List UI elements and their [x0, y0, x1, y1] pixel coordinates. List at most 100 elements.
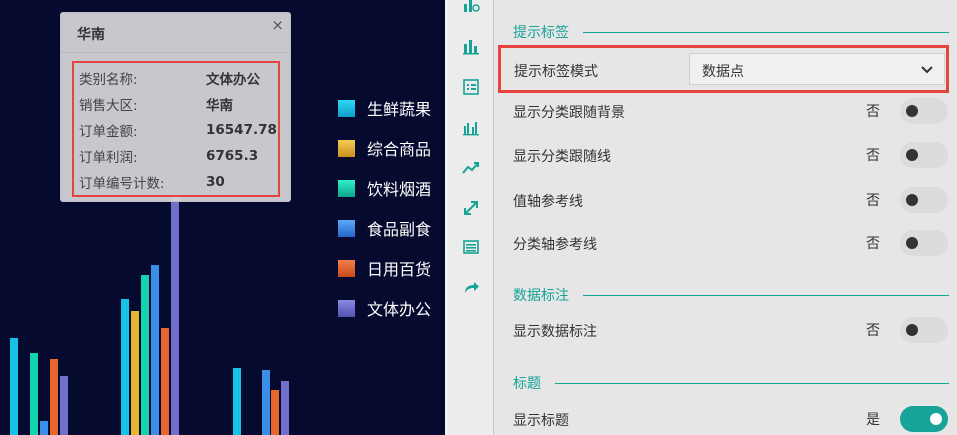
tooltip-row: 销售大区: 华南 [74, 91, 278, 117]
setting-row-category-line: 显示分类跟随线 否 [513, 140, 949, 170]
setting-value: 否 [866, 323, 880, 339]
tooltip-header: 华南 × [61, 13, 290, 53]
section-title: 标题 [513, 376, 541, 392]
toggle-knob [906, 105, 918, 117]
chart-area: 生鲜蔬果 综合商品 饮料烟酒 食品副食 日用百货 文体办公 华南 × 类别名称:… [0, 0, 445, 435]
tooltip-label: 订单编号计数: [79, 176, 165, 192]
section-divider [583, 31, 949, 33]
legend-swatch [338, 299, 355, 317]
chart-tooltip: 华南 × 类别名称: 文体办公 销售大区: 华南 订单金额: 16547.78 … [60, 12, 291, 202]
legend-label: 综合商品 [367, 140, 432, 159]
bar-mark[interactable] [40, 421, 48, 435]
bar-mark[interactable] [271, 390, 279, 435]
toggle-knob [906, 237, 918, 249]
grouped-bar-icon[interactable] [462, 118, 480, 136]
section-title: 提示标签 [513, 25, 569, 41]
bar-mark[interactable] [281, 381, 289, 435]
toggle-switch[interactable] [900, 230, 948, 256]
form-icon[interactable] [462, 78, 480, 96]
bar-mark[interactable] [30, 353, 38, 435]
toggle-knob [906, 324, 918, 336]
bar-mark[interactable] [50, 359, 58, 435]
legend-item[interactable]: 综合商品 [338, 128, 431, 168]
setting-value: 否 [866, 236, 880, 252]
setting-label: 值轴参考线 [513, 194, 583, 210]
tooltip-row: 订单编号计数: 30 [74, 169, 278, 195]
legend-label: 生鲜蔬果 [367, 100, 432, 119]
section-divider [583, 294, 949, 296]
tooltip-value: 30 [206, 174, 225, 190]
legend-item[interactable]: 日用百货 [338, 248, 431, 288]
legend-label: 文体办公 [367, 300, 432, 319]
tooltip-value: 16547.78 [206, 122, 277, 138]
expand-icon[interactable] [462, 199, 480, 217]
legend-item[interactable]: 生鲜蔬果 [338, 88, 431, 128]
toggle-switch[interactable] [900, 317, 948, 343]
setting-label: 提示标签模式 [514, 64, 598, 80]
tooltip-title: 华南 [77, 27, 105, 43]
setting-value: 否 [866, 148, 880, 164]
setting-row-category-background: 显示分类跟随背景 否 [513, 96, 949, 126]
legend-swatch [338, 179, 355, 197]
legend-label: 食品副食 [367, 220, 432, 239]
legend-item[interactable]: 食品副食 [338, 208, 431, 248]
tool-sidebar [448, 0, 494, 435]
close-icon[interactable]: × [271, 16, 284, 34]
tooltip-row: 类别名称: 文体办公 [74, 65, 278, 91]
legend-swatch [338, 259, 355, 277]
toggle-switch[interactable] [900, 142, 948, 168]
bar-mark[interactable] [60, 376, 68, 435]
chart-legend: 生鲜蔬果 综合商品 饮料烟酒 食品副食 日用百货 文体办公 [338, 88, 431, 328]
section-divider [555, 382, 949, 384]
bar-mark[interactable] [10, 338, 18, 435]
trend-line-icon[interactable] [462, 159, 480, 177]
setting-row-value-axis-reference: 值轴参考线 否 [513, 185, 949, 215]
toggle-knob [906, 194, 918, 206]
section-title-settings: 标题 [513, 373, 949, 393]
legend-swatch [338, 219, 355, 237]
bar-mark[interactable] [262, 370, 270, 435]
bar-mark[interactable] [171, 195, 179, 435]
tooltip-label: 销售大区: [79, 98, 138, 114]
tooltip-mode-select[interactable]: 数据点 [689, 53, 945, 85]
settings-panel: 提示标签 提示标签模式 数据点 显示分类跟随背景 否 显示分类跟随线 否 值轴参… [494, 0, 957, 435]
bar-mark[interactable] [233, 368, 241, 435]
list-icon[interactable] [462, 238, 480, 256]
section-tooltip: 提示标签 [513, 22, 949, 42]
setting-row-category-axis-reference: 分类轴参考线 否 [513, 228, 949, 258]
tooltip-label: 订单金额: [79, 124, 138, 140]
tooltip-value: 6765.3 [206, 148, 259, 164]
tooltip-row: 订单金额: 16547.78 [74, 117, 278, 143]
tooltip-value: 文体办公 [206, 72, 260, 88]
tooltip-details: 类别名称: 文体办公 销售大区: 华南 订单金额: 16547.78 订单利润:… [72, 61, 280, 197]
section-data-labels: 数据标注 [513, 285, 949, 305]
toggle-switch[interactable] [900, 187, 948, 213]
toggle-knob [930, 413, 942, 425]
setting-label: 显示分类跟随线 [513, 149, 611, 165]
legend-swatch [338, 139, 355, 157]
tooltip-label: 类别名称: [79, 72, 138, 88]
bar-mark[interactable] [151, 265, 159, 435]
setting-label: 显示数据标注 [513, 324, 597, 340]
chevron-down-icon [921, 66, 933, 74]
bar-mark[interactable] [161, 328, 169, 435]
select-value: 数据点 [702, 64, 744, 80]
bar-mark[interactable] [121, 299, 129, 435]
bar-chart-settings-icon[interactable] [462, 0, 480, 14]
setting-row-data-labels: 显示数据标注 否 [513, 315, 949, 345]
bar-mark[interactable] [131, 311, 139, 435]
column-chart-icon[interactable] [462, 37, 480, 55]
legend-item[interactable]: 文体办公 [338, 288, 431, 328]
setting-value: 是 [866, 412, 880, 428]
legend-swatch [338, 99, 355, 117]
setting-label: 显示分类跟随背景 [513, 105, 625, 121]
toggle-switch[interactable] [900, 406, 948, 432]
legend-label: 日用百货 [367, 260, 432, 279]
legend-item[interactable]: 饮料烟酒 [338, 168, 431, 208]
share-icon[interactable] [462, 278, 480, 296]
setting-value: 否 [866, 193, 880, 209]
toggle-switch[interactable] [900, 98, 948, 124]
tooltip-label: 订单利润: [79, 150, 138, 166]
section-title: 数据标注 [513, 288, 569, 304]
bar-mark[interactable] [141, 275, 149, 435]
